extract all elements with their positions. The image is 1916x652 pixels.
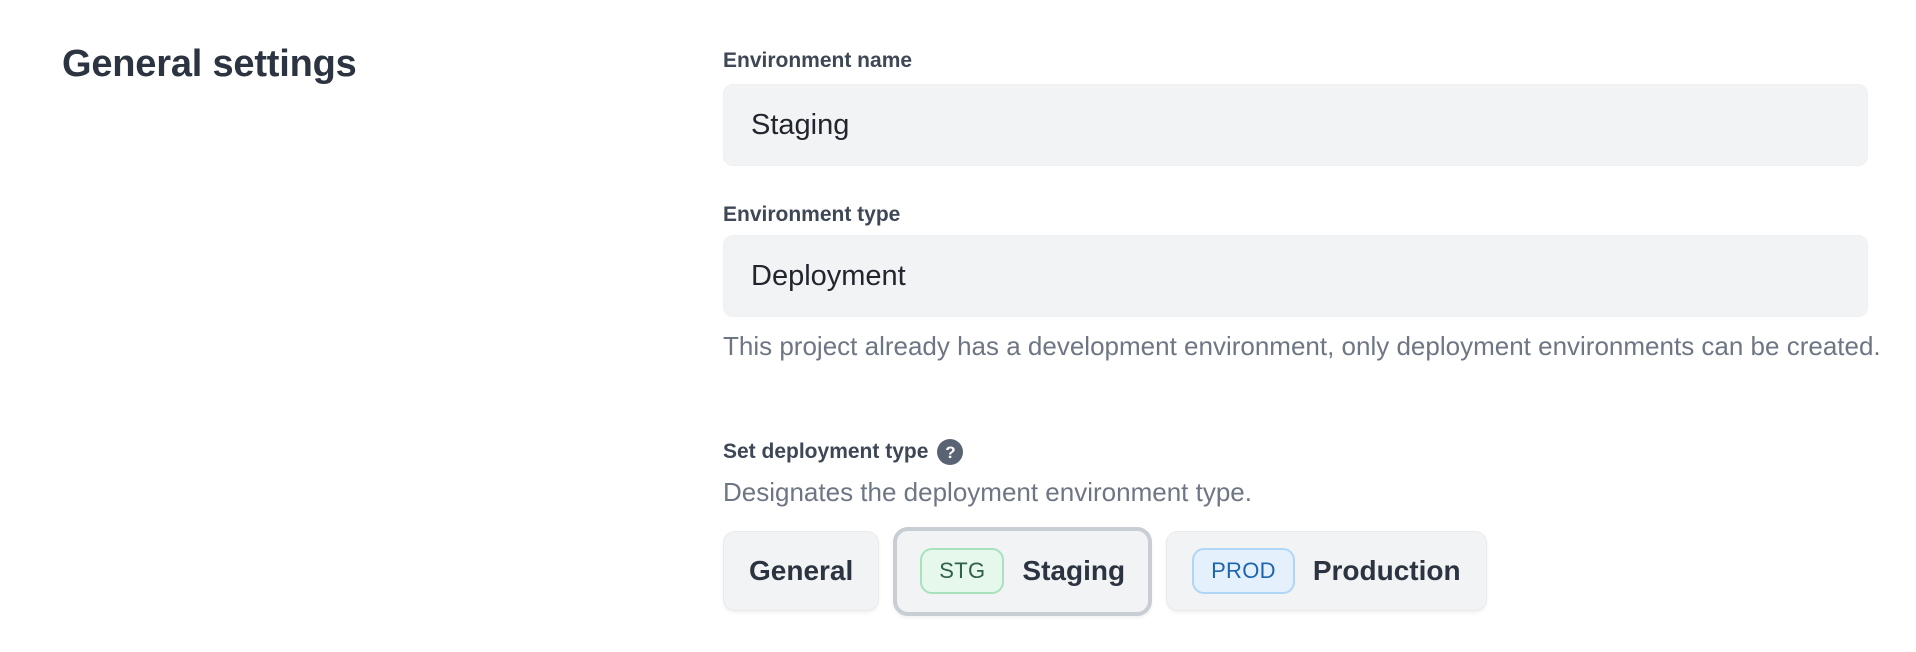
page-title: General settings bbox=[62, 42, 357, 86]
environment-type-input[interactable] bbox=[723, 235, 1868, 317]
option-staging-label: Staging bbox=[1022, 555, 1125, 587]
option-general-button[interactable]: General bbox=[723, 531, 879, 611]
environment-type-label: Environment type bbox=[723, 203, 900, 227]
option-general-label: General bbox=[749, 555, 853, 587]
environment-name-input[interactable] bbox=[723, 84, 1868, 166]
deployment-type-label-row: Set deployment type ? bbox=[723, 439, 963, 465]
environment-type-help-text: This project already has a development e… bbox=[723, 327, 1916, 366]
staging-badge: STG bbox=[920, 548, 1004, 594]
deployment-type-description: Designates the deployment environment ty… bbox=[723, 476, 1916, 508]
option-production-label: Production bbox=[1313, 555, 1461, 587]
option-production-button[interactable]: PROD Production bbox=[1166, 531, 1487, 611]
deployment-type-label: Set deployment type bbox=[723, 440, 928, 464]
question-icon[interactable]: ? bbox=[937, 439, 963, 465]
environment-name-label: Environment name bbox=[723, 49, 912, 73]
option-staging-button[interactable]: STG Staging bbox=[893, 527, 1152, 616]
deployment-type-options: General STG Staging PROD Production bbox=[723, 526, 1487, 616]
production-badge: PROD bbox=[1192, 548, 1295, 594]
